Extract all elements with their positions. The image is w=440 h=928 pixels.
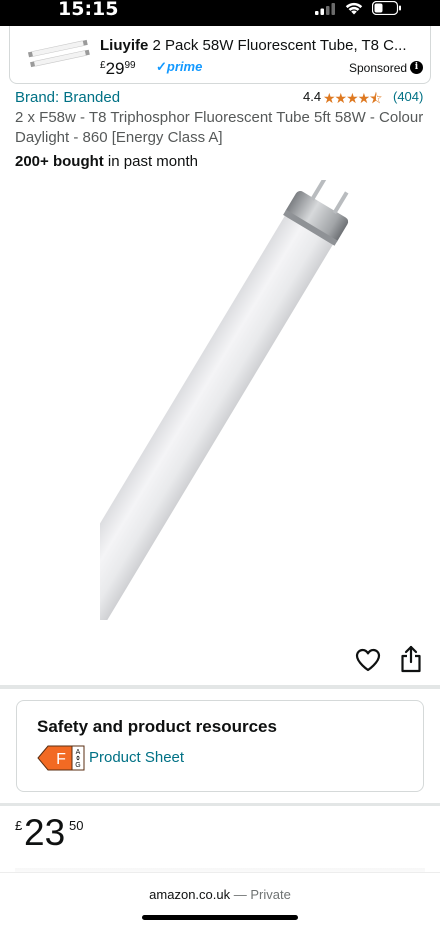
section-divider bbox=[0, 685, 440, 689]
price-fraction: 50 bbox=[69, 818, 84, 833]
price-currency: £ bbox=[15, 818, 23, 833]
energy-class-badge[interactable]: F A G bbox=[37, 745, 85, 771]
heart-outline-icon[interactable] bbox=[355, 648, 381, 672]
rating-count-link[interactable]: (404) bbox=[393, 89, 423, 104]
price-whole: 23 bbox=[24, 812, 66, 853]
product-image[interactable] bbox=[100, 180, 370, 620]
section-divider bbox=[0, 803, 440, 806]
home-indicator[interactable] bbox=[142, 915, 298, 920]
status-bar: 15:15 bbox=[0, 0, 440, 26]
sponsored-title-text: 2 Pack 58W Fluorescent Tube, T8 C... bbox=[152, 37, 407, 54]
sponsored-price: £2999 bbox=[100, 59, 136, 79]
product-title: 2 x F58w - T8 Triphosphor Fluorescent Tu… bbox=[15, 109, 424, 146]
share-icon[interactable] bbox=[400, 645, 422, 673]
browser-url-bar[interactable]: amazon.co.uk — Private bbox=[0, 872, 440, 928]
bought-count: 200+ bought bbox=[15, 153, 104, 170]
url-domain: amazon.co.uk bbox=[149, 887, 231, 902]
clock: 15:15 bbox=[58, 0, 119, 20]
prime-check-icon: ✓ bbox=[156, 59, 167, 74]
url-separator: — bbox=[230, 887, 251, 902]
energy-scale-top: A bbox=[76, 749, 81, 756]
url-display[interactable]: amazon.co.uk — Private bbox=[0, 887, 440, 902]
energy-class-letter: F bbox=[56, 751, 66, 768]
sponsored-brand: Liuyife bbox=[100, 37, 149, 54]
cellular-signal-icon bbox=[315, 3, 335, 15]
prime-label: prime bbox=[166, 59, 203, 74]
sponsored-price-fraction: 99 bbox=[124, 60, 136, 71]
sponsored-label: Sponsored bbox=[349, 61, 408, 75]
safety-title: Safety and product resources bbox=[37, 717, 277, 736]
sponsored-product-title[interactable]: Liuyife 2 Pack 58W Fluorescent Tube, T8 … bbox=[100, 37, 418, 54]
private-mode-label: Private bbox=[250, 887, 291, 902]
wifi-icon bbox=[345, 2, 363, 15]
sponsored-price-whole: 29 bbox=[105, 59, 125, 78]
sponsored-product-thumbnail bbox=[28, 39, 90, 68]
battery-icon bbox=[372, 1, 401, 15]
sponsored-product-card[interactable]: Liuyife 2 Pack 58W Fluorescent Tube, T8 … bbox=[9, 26, 431, 84]
product-sheet-link[interactable]: Product Sheet bbox=[89, 749, 184, 766]
bought-in-past-month: 200+ bought in past month bbox=[15, 153, 198, 170]
rating-value: 4.4 bbox=[303, 89, 322, 104]
prime-badge: ✓prime bbox=[156, 59, 202, 75]
safety-resources-card: Safety and product resources F A G Produ… bbox=[16, 700, 424, 792]
info-icon[interactable]: i bbox=[410, 61, 423, 74]
brand-link[interactable]: Brand: Branded bbox=[15, 89, 120, 106]
bought-period: in past month bbox=[103, 153, 198, 170]
energy-scale-bottom: G bbox=[75, 762, 80, 769]
